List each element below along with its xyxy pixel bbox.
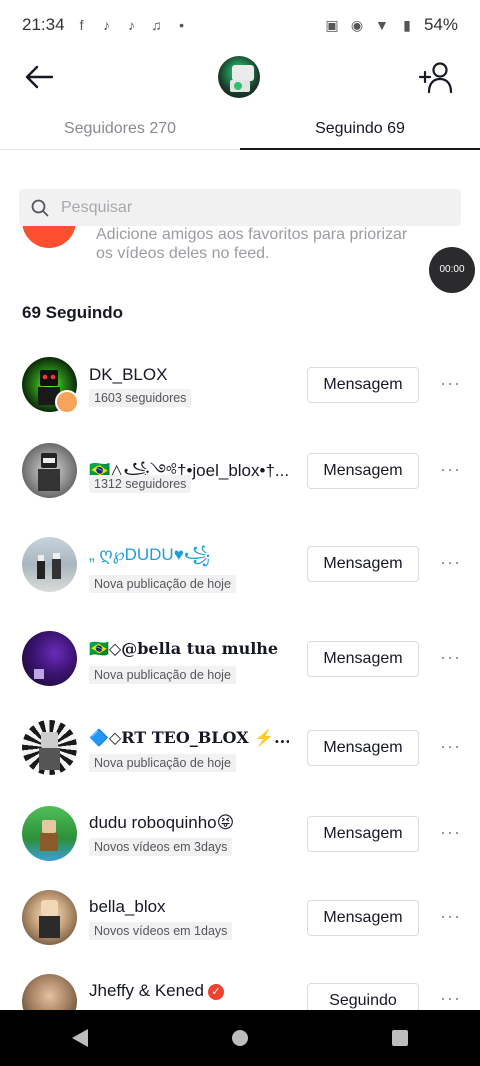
more-options-icon[interactable]: ··· — [440, 906, 461, 927]
more-options-icon[interactable]: ··· — [440, 647, 461, 668]
more-options-icon[interactable]: ··· — [440, 459, 461, 480]
header — [0, 50, 480, 106]
avatar[interactable] — [22, 974, 77, 1010]
following-count: 69 Seguindo — [22, 303, 124, 322]
nav-back-icon[interactable] — [72, 1029, 88, 1047]
user-name: 🔷◇RT TEO_BLOX ⚡... — [89, 728, 289, 747]
status-bar: 21:34 f ♪ ♪ ♫ • ▣ ◉ ▼ ▮ 54% — [0, 0, 480, 50]
more-options-icon[interactable]: ··· — [440, 822, 461, 843]
message-button[interactable]: Mensagem — [307, 453, 419, 489]
more-options-icon[interactable]: ··· — [440, 736, 461, 757]
promo-text: Adicione amigos aos favoritos para prior… — [96, 226, 408, 262]
tiktok-icon: ♪ — [128, 17, 136, 33]
favorites-icon — [22, 226, 76, 248]
user-subtitle: 1603 seguidores — [89, 389, 192, 407]
recording-timer[interactable]: 00:00 — [429, 247, 475, 293]
favorites-promo: Adicione amigos aos favoritos para prior… — [0, 226, 480, 276]
message-button[interactable]: Mensagem — [307, 816, 419, 852]
user-subtitle: Nova publicação de hoje — [89, 754, 236, 772]
more-options-icon[interactable]: ··· — [440, 373, 461, 394]
badge-icon — [55, 390, 79, 414]
user-name-text: Jheffy & Kened — [89, 981, 204, 1000]
tab-indicator — [240, 148, 480, 150]
list-item[interactable]: Jheffy & Kened ✓ Seguindo ··· — [0, 974, 480, 1010]
search-icon — [31, 199, 49, 216]
tabs: Seguidores 270 Seguindo 69 — [0, 108, 480, 150]
avatar[interactable] — [22, 806, 77, 861]
verified-icon: ✓ — [208, 983, 224, 1000]
message-button[interactable]: Mensagem — [307, 367, 419, 403]
nav-home-icon[interactable] — [232, 1030, 248, 1046]
following-button[interactable]: Seguindo — [307, 983, 419, 1010]
user-name: 🇧🇷◇@bella tua mulhe — [89, 639, 279, 658]
user-name: „ ღ℘DUDU♥꧁ — [89, 545, 211, 564]
tab-followers[interactable]: Seguidores 270 — [0, 108, 240, 150]
system-nav-bar — [0, 1010, 480, 1066]
cast-icon: ▣ — [325, 17, 339, 33]
status-time: 21:34 — [22, 15, 65, 34]
user-subtitle: Novos vídeos em 3days — [89, 838, 233, 856]
tab-following[interactable]: Seguindo 69 — [240, 108, 480, 150]
notification-icon: ♪ — [103, 17, 111, 33]
avatar[interactable] — [22, 631, 77, 686]
list-item[interactable]: 🇧🇷◇@bella tua mulhe Nova publicação de h… — [0, 631, 480, 701]
user-subtitle: Nova publicação de hoje — [89, 575, 236, 593]
user-subtitle: Novos vídeos em 1days — [89, 922, 233, 940]
battery-icon: ▮ — [403, 17, 411, 33]
user-name: Jheffy & Kened ✓ — [89, 981, 224, 1001]
dot-icon: • — [179, 17, 184, 33]
user-subtitle: Nova publicação de hoje — [89, 666, 236, 684]
avatar[interactable] — [22, 537, 77, 592]
list-item[interactable]: „ ღ℘DUDU♥꧁ Nova publicação de hoje Mensa… — [0, 537, 480, 607]
message-button[interactable]: Mensagem — [307, 900, 419, 936]
list-item[interactable]: 🇧🇷△꧁༺†•joel_blox•†... 1312 seguidores Me… — [0, 443, 480, 513]
list-item[interactable]: 🔷◇RT TEO_BLOX ⚡... Nova publicação de ho… — [0, 720, 480, 790]
notification-icon: ♫ — [151, 17, 162, 33]
add-user-icon[interactable] — [418, 60, 454, 94]
message-button[interactable]: Mensagem — [307, 546, 419, 582]
back-arrow-icon[interactable] — [22, 60, 56, 94]
list-item[interactable]: bella_blox Novos vídeos em 1days Mensage… — [0, 890, 480, 960]
battery-level: 54% — [423, 15, 458, 34]
avatar[interactable] — [22, 890, 77, 945]
user-name: DK_BLOX — [89, 365, 168, 384]
wifi-icon: ▼ — [375, 17, 389, 33]
user-subtitle: 1312 seguidores — [89, 475, 192, 493]
message-button[interactable]: Mensagem — [307, 641, 419, 677]
list-item[interactable]: DK_BLOX 1603 seguidores Mensagem ··· — [0, 357, 480, 427]
user-name: bella_blox — [89, 897, 166, 916]
profile-avatar[interactable] — [218, 56, 260, 98]
user-name: dudu roboquinho😝 — [89, 813, 235, 832]
nav-recents-icon[interactable] — [392, 1030, 408, 1046]
more-options-icon[interactable]: ··· — [440, 988, 461, 1009]
location-icon: ◉ — [350, 17, 364, 33]
list-item[interactable]: dudu roboquinho😝 Novos vídeos em 3days M… — [0, 806, 480, 876]
more-options-icon[interactable]: ··· — [440, 552, 461, 573]
avatar[interactable] — [22, 443, 77, 498]
avatar[interactable] — [22, 720, 77, 775]
search-input[interactable]: Pesquisar — [19, 189, 461, 226]
message-button[interactable]: Mensagem — [307, 730, 419, 766]
facebook-icon: f — [79, 17, 84, 33]
search-placeholder: Pesquisar — [61, 198, 133, 216]
